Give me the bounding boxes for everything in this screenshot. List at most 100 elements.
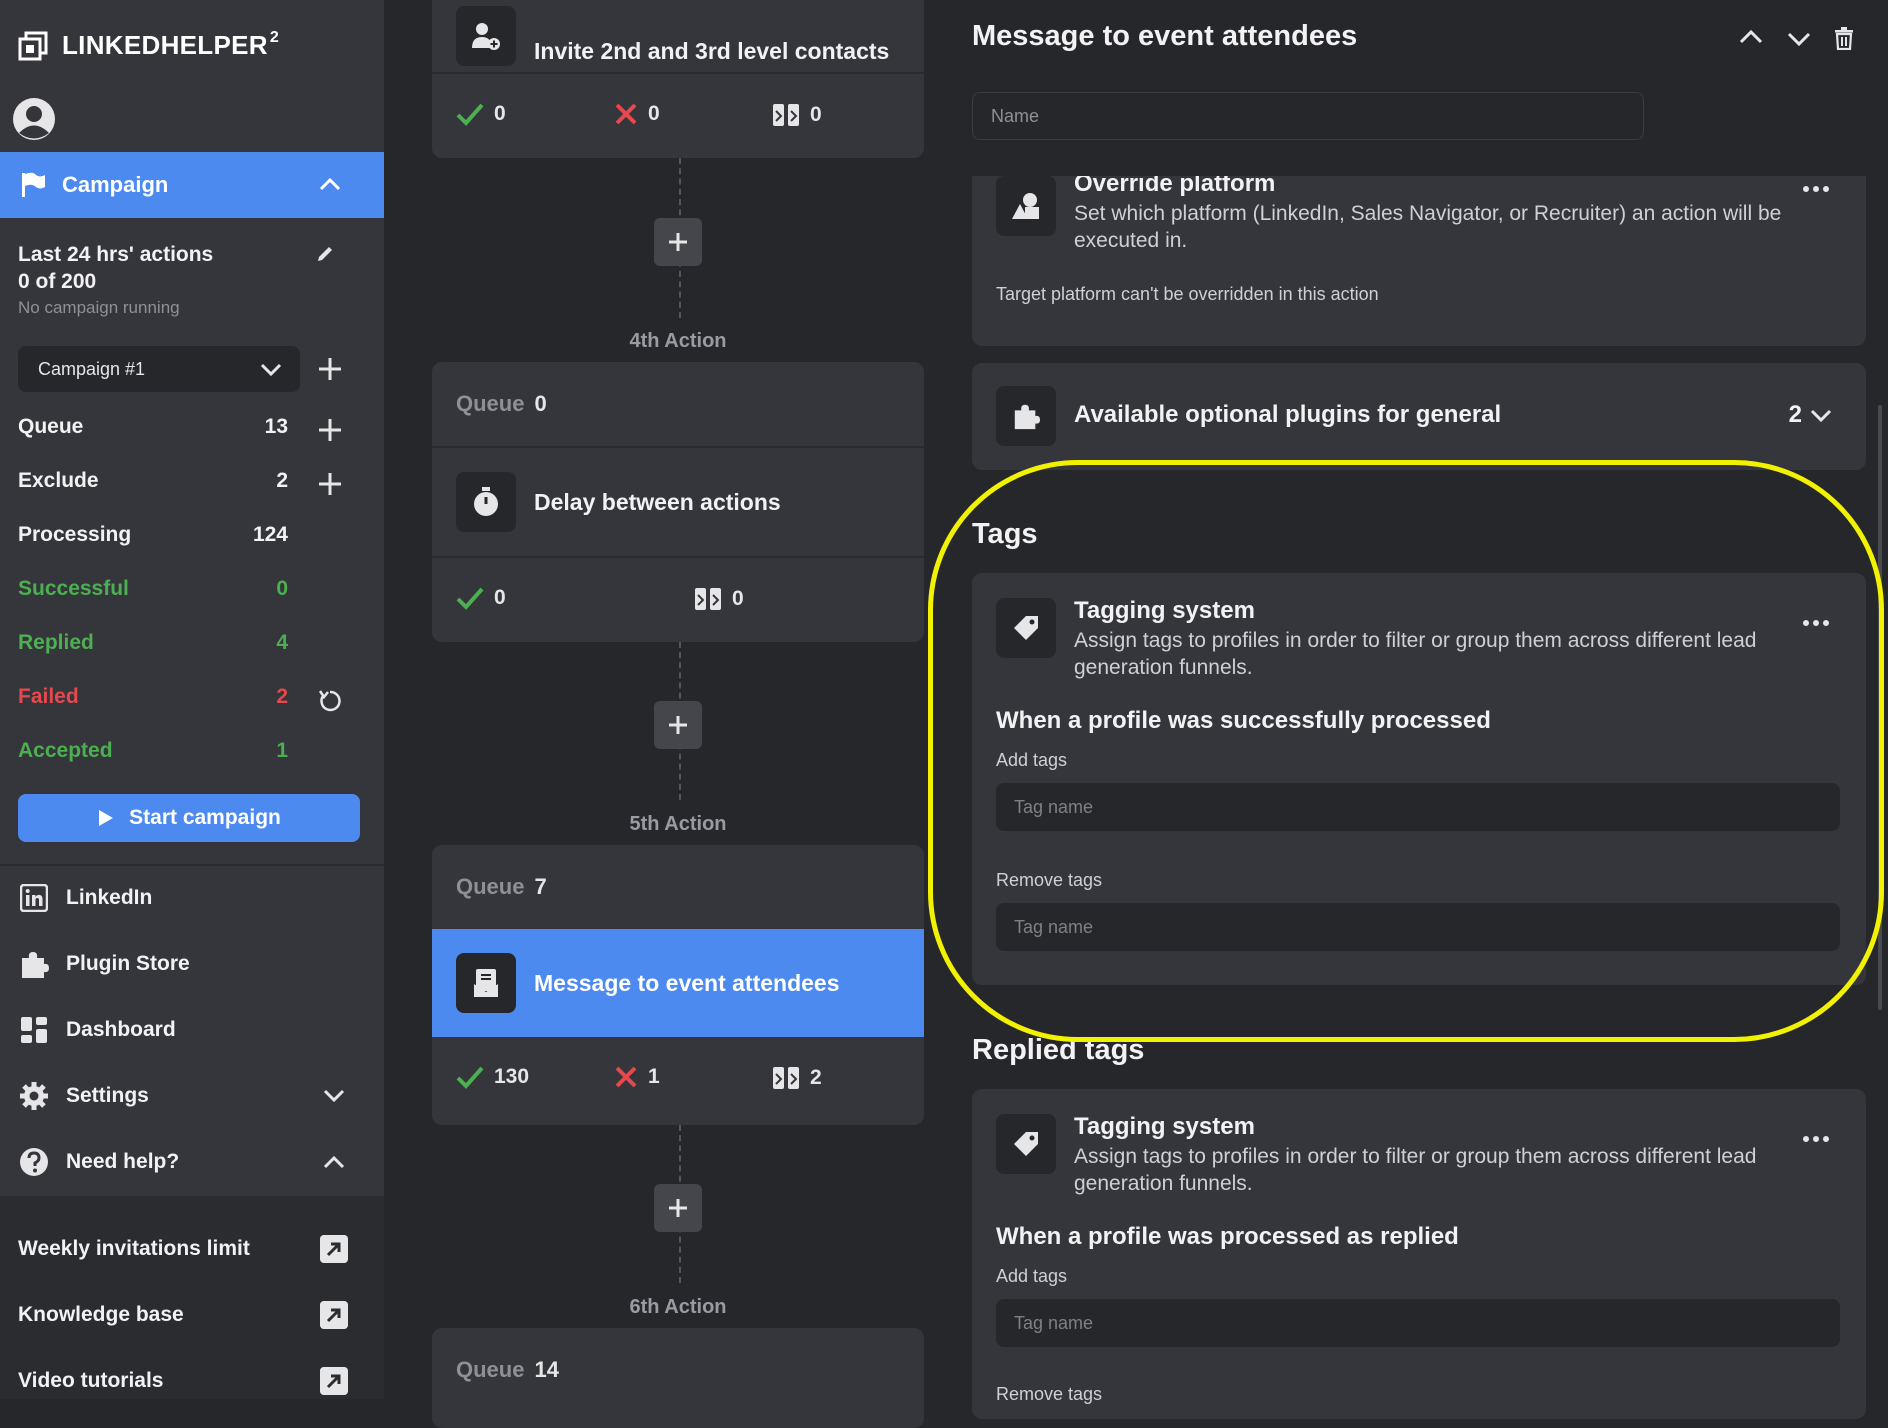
failed-count: 0 [614,102,660,126]
remove-tags-input[interactable] [996,903,1840,951]
nav-need-help[interactable]: Need help? [18,1142,368,1182]
invite-contact-icon [456,6,516,66]
plus-icon [669,1199,687,1217]
more-options-icon[interactable] [1802,619,1830,627]
plus-icon [669,233,687,251]
sidebar: LINKEDHELPER 2 Campaign Last 24 hrs' acti… [0,0,384,1399]
action-number-label: 4th Action [629,330,727,352]
remove-tags-label: Remove tags [996,870,1103,890]
stat-accepted[interactable]: Accepted 1 [18,739,288,769]
help-link-video-tutorials[interactable]: Video tutorials [18,1361,348,1401]
action-title: Invite 2nd and 3rd level contacts [534,38,890,64]
trash-icon[interactable] [1834,26,1854,50]
add-action-button[interactable] [654,1184,702,1232]
override-title: Override platform [1074,176,1276,197]
puzzle-icon [18,948,50,980]
campaign-flow: Invite 2nd and 3rd level contacts 0 0 0 … [384,0,938,1428]
replied-tagging-title: Tagging system [1074,1113,1255,1140]
stat-exclude[interactable]: Exclude 2 [18,469,288,499]
plugins-count-toggle[interactable]: 2 [1789,401,1832,429]
move-down-icon[interactable] [1786,26,1812,50]
stat-processing[interactable]: Processing 124 [18,523,288,553]
logo-icon [18,31,48,60]
action-counts: 0 0 0 [432,74,924,156]
replied-remove-tags-label: Remove tags [996,1384,1103,1404]
override-description: Set which platform (LinkedIn, Sales Navi… [1074,202,1782,252]
chevron-up-icon[interactable] [318,173,342,197]
action-number-label: 6th Action [629,1296,727,1318]
action-card-message[interactable]: Queue 7 Message to event attendees 130 1 … [432,845,924,1125]
campaign-select[interactable]: Campaign #1 [18,346,300,392]
checkmark-icon [456,103,484,126]
override-note: Target platform can't be overridden in t… [996,284,1379,304]
plus-icon [669,716,687,734]
start-campaign-label: Start campaign [129,806,281,829]
flag-icon [22,172,45,197]
x-icon [615,103,637,125]
add-campaign-button[interactable] [316,355,344,383]
campaign-select-value: Campaign #1 [38,358,146,379]
action-card-invite[interactable]: Invite 2nd and 3rd level contacts 0 0 0 [432,0,924,158]
actions-status: No campaign running [18,298,180,317]
nav-linkedin-label: LinkedIn [66,886,153,909]
replied-tagging-description: Assign tags to profiles in order to filt… [1074,1145,1757,1195]
replied-add-tags-input[interactable] [996,1299,1840,1347]
campaign-section-header[interactable]: Campaign [0,152,384,218]
nav-settings[interactable]: Settings [18,1076,368,1116]
stat-replied[interactable]: Replied 4 [18,631,288,661]
more-options-icon[interactable] [1802,1135,1830,1143]
action-name-input[interactable] [972,92,1644,140]
nav-settings-label: Settings [66,1084,149,1107]
nav-plugin-store[interactable]: Plugin Store [18,944,368,984]
stat-successful[interactable]: Successful 0 [18,577,288,607]
queue-count: 0 [534,391,547,416]
queue-count: 14 [534,1357,559,1382]
stopwatch-icon [456,472,516,532]
add-queue-button[interactable] [316,416,344,444]
action-card-delay[interactable]: Queue 0 Delay between actions 0 0 [432,362,924,642]
more-options-icon[interactable] [1802,185,1830,193]
action-title: Delay between actions [534,488,781,515]
tag-icon [996,1114,1056,1174]
start-campaign-button[interactable]: Start campaign [18,794,360,842]
help-link-knowledge-base[interactable]: Knowledge base [18,1295,348,1335]
chevron-down-icon [260,363,282,377]
app-name-superscript: 2 [269,29,280,46]
success-count: 0 [456,586,506,610]
scrollbar[interactable] [1878,405,1882,1010]
pencil-icon[interactable] [314,243,336,265]
help-link-weekly-invitations[interactable]: Weekly invitations limit [18,1229,348,1269]
action-card-6[interactable]: Queue 14 [432,1328,924,1428]
replied-tags-heading: When a profile was processed as replied [996,1223,1459,1250]
external-link-icon [320,1301,348,1329]
action-counts: 0 0 [432,558,924,640]
avatar[interactable] [13,98,55,140]
selected-action-row[interactable]: Message to event attendees [432,929,924,1037]
actions-title: Last 24 hrs' actions [18,243,214,266]
add-action-button[interactable] [654,701,702,749]
move-up-icon[interactable] [1738,26,1764,50]
add-action-button[interactable] [654,218,702,266]
plugins-title: Available optional plugins for general [1074,401,1502,428]
nav-dashboard[interactable]: Dashboard [18,1010,368,1050]
action-number-label: 5th Action [629,813,727,835]
help-links: Weekly invitations limit Knowledge base … [0,1196,384,1399]
stat-failed[interactable]: Failed 2 [18,685,288,715]
chevron-up-icon[interactable] [322,1152,346,1172]
stat-queue[interactable]: Queue 13 [18,415,288,445]
add-tags-input[interactable] [996,783,1840,831]
add-exclude-button[interactable] [316,470,344,498]
tagging-description: Assign tags to profiles in order to filt… [1074,629,1757,679]
divider [0,864,384,866]
external-link-icon [320,1235,348,1263]
daily-actions-summary: Last 24 hrs' actions 0 of 200 No campaig… [18,241,348,318]
app-logo[interactable]: LINKEDHELPER 2 [18,29,280,61]
chevron-down-icon[interactable] [322,1086,346,1106]
retry-icon[interactable] [316,687,344,715]
optional-plugins-panel[interactable]: Available optional plugins for general 2 [972,363,1866,470]
tags-section-title: Tags [972,518,1038,550]
action-counts: 130 1 2 [432,1037,924,1119]
nav-linkedin[interactable]: LinkedIn [18,878,368,918]
override-platform-clip: Override platform Set which platform (Li… [924,176,1888,348]
campaign-label: Campaign [62,172,169,197]
